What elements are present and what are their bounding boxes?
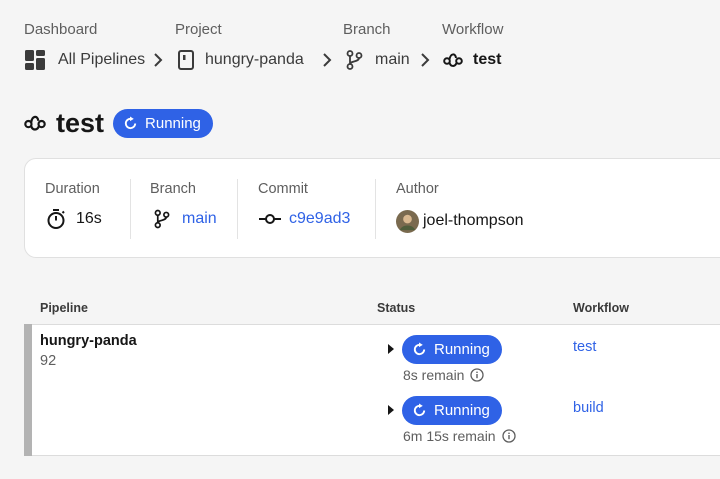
time-remaining-text: 8s remain (403, 367, 465, 383)
column-header-workflow: Workflow (573, 301, 630, 315)
breadcrumb-workflow-value: test (473, 51, 502, 68)
divider (375, 179, 376, 239)
info-icon[interactable] (470, 368, 485, 382)
commit-link[interactable]: c9e9ad3 (259, 207, 350, 231)
author-value: joel-thompson (423, 212, 524, 229)
breadcrumb-dashboard-label: Dashboard (24, 21, 98, 38)
git-branch-icon (154, 209, 170, 229)
breadcrumb-branch-link[interactable]: main (346, 48, 410, 72)
pipeline-number: 92 (40, 353, 57, 369)
workflow-link-test[interactable]: test (573, 339, 596, 355)
breadcrumb-project-link[interactable]: hungry-panda (178, 48, 304, 72)
chevron-right-icon (421, 53, 430, 67)
git-branch-icon (346, 50, 363, 70)
branch-value: main (182, 210, 217, 227)
info-icon[interactable] (501, 429, 516, 443)
refresh-icon (413, 342, 426, 356)
workflow-status-label: Running (434, 341, 490, 358)
workflow-icon (24, 115, 46, 131)
column-header-status: Status (377, 301, 416, 315)
breadcrumb-project-value: hungry-panda (205, 51, 304, 68)
commit-label: Commit (258, 181, 308, 197)
author-value-group: joel-thompson (396, 209, 524, 233)
dashboard-icon (25, 50, 45, 70)
workflow-link-build[interactable]: build (573, 400, 604, 416)
branch-label: Branch (150, 181, 196, 197)
refresh-icon (124, 115, 137, 129)
pipeline-name: hungry-panda (40, 333, 137, 349)
page-title: test (56, 107, 105, 138)
breadcrumb-branch-value: main (375, 51, 410, 68)
stopwatch-icon (47, 209, 65, 229)
breadcrumb-workflow-current: test (443, 48, 501, 72)
duration-label: Duration (45, 181, 100, 197)
expand-caret-icon[interactable] (388, 344, 394, 354)
expand-caret-icon[interactable] (388, 405, 394, 415)
chevron-right-icon (154, 53, 163, 67)
row-status-bar (24, 324, 32, 456)
divider (130, 179, 131, 239)
duration-value: 16s (76, 210, 102, 227)
workflow-status-badge: Running (402, 335, 502, 364)
git-commit-icon (259, 214, 281, 224)
commit-value: c9e9ad3 (289, 210, 351, 227)
column-header-pipeline: Pipeline (40, 301, 88, 315)
breadcrumb-branch-label: Branch (343, 21, 391, 38)
repo-icon (178, 50, 194, 70)
breadcrumb-project-label: Project (175, 21, 222, 38)
author-label: Author (396, 181, 439, 197)
divider (237, 179, 238, 239)
time-remaining-text: 6m 15s remain (403, 428, 496, 444)
branch-link[interactable]: main (154, 207, 217, 231)
status-badge-label: Running (145, 114, 201, 132)
breadcrumb-all-pipelines-link[interactable]: All Pipelines (24, 48, 145, 72)
workflow-status-label: Running (434, 402, 490, 419)
refresh-icon (413, 403, 426, 417)
breadcrumb-workflow-label: Workflow (442, 21, 504, 38)
avatar (396, 209, 419, 233)
duration-value-group: 16s (45, 207, 102, 231)
workflow-status-badge: Running (402, 396, 502, 425)
workflow-icon (443, 53, 463, 67)
page-header: test Running (24, 106, 213, 140)
breadcrumb-dashboard-value: All Pipelines (58, 51, 146, 68)
time-remaining: 8s remain (403, 367, 485, 383)
workflow-summary-card: Duration 16s Branch main Commit c9e9ad3 … (24, 158, 720, 258)
time-remaining: 6m 15s remain (403, 428, 516, 444)
status-badge: Running (113, 108, 213, 138)
chevron-right-icon (323, 53, 332, 67)
